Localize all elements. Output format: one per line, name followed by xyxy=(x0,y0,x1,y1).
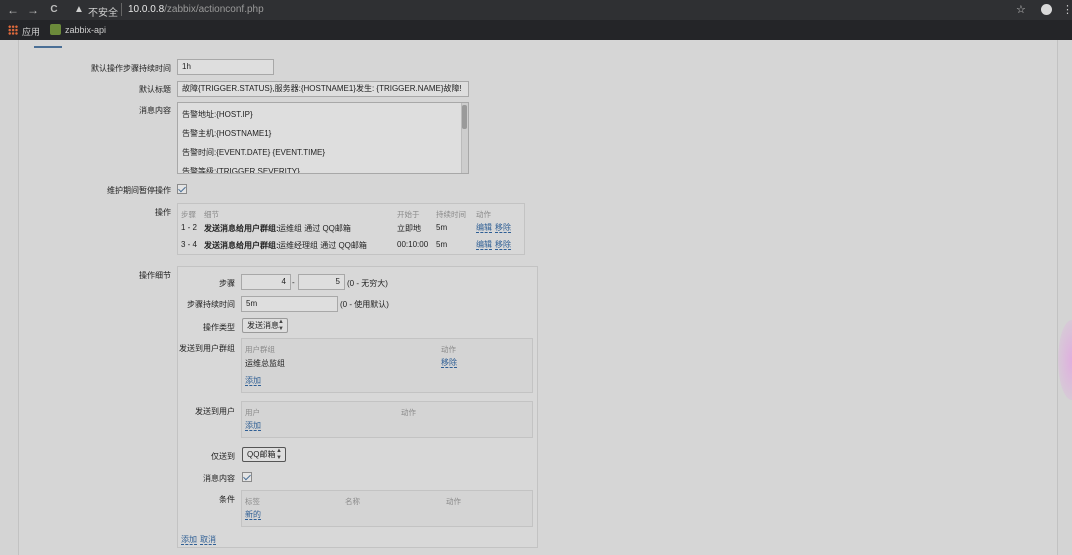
col-name-header: 名称 xyxy=(345,497,360,506)
select-arrows-icon: ▲ ▼ xyxy=(276,448,282,461)
group-add-link[interactable]: 添加 xyxy=(245,376,261,386)
send-to-users-label: 发送到用户 xyxy=(195,407,235,416)
op-row-details-bold: 发送消息给用户群组: xyxy=(204,224,279,233)
operation-details-label: 操作细节 xyxy=(139,271,171,280)
default-message-textarea[interactable]: 告警地址:{HOST.IP} 告警主机:{HOSTNAME1} 告警时间:{EV… xyxy=(177,102,469,174)
pause-maintenance-label: 维护期间暂停操作 xyxy=(107,186,171,195)
default-subject-input[interactable]: 故障{TRIGGER.STATUS},服务器:{HOSTNAME1}发生: {T… xyxy=(177,81,469,97)
operation-type-label: 操作类型 xyxy=(203,323,235,332)
op-row-details: 运维经理组 通过 QQ邮箱 xyxy=(278,241,367,250)
default-step-duration-input[interactable]: 1h xyxy=(177,59,274,75)
col-steps-header: 步骤 xyxy=(181,210,196,219)
message-line: 告警主机:{HOSTNAME1} xyxy=(182,129,272,138)
op-row-duration: 5m xyxy=(436,223,448,232)
op-row-start: 立即地 xyxy=(397,224,421,233)
send-to-users-box xyxy=(241,401,533,438)
apps-grid-icon[interactable] xyxy=(8,25,18,35)
bookmarks-bar: 应用 zabbix-api xyxy=(0,20,1072,40)
conditions-label: 条件 xyxy=(219,495,235,504)
user-add-link[interactable]: 添加 xyxy=(245,421,261,431)
default-message-label: 消息内容 xyxy=(139,106,171,115)
op-edit-link[interactable]: 编辑 xyxy=(476,240,492,250)
op-remove-link[interactable]: 移除 xyxy=(495,223,511,233)
url-path: /zabbix/actionconf.php xyxy=(164,4,264,15)
security-label[interactable]: 不安全 xyxy=(88,4,118,19)
step-duration-label: 步骤持续时间 xyxy=(187,300,235,309)
browser-toolbar: ← → C ▲ 不安全 10.0.0.8/zabbix/actionconf.p… xyxy=(0,0,1072,20)
address-bar[interactable]: 10.0.0.8/zabbix/actionconf.php xyxy=(128,4,264,15)
op-row-details: 运维组 通过 QQ邮箱 xyxy=(278,224,351,233)
default-subject-label: 默认标题 xyxy=(139,85,171,94)
default-step-duration-label: 默认操作步骤持续时间 xyxy=(91,64,171,73)
warning-icon[interactable]: ▲ xyxy=(74,4,84,15)
op-row-steps: 1 - 2 xyxy=(181,223,198,232)
op-default-message-checkbox[interactable] xyxy=(242,472,252,482)
reload-button[interactable]: C xyxy=(47,3,61,17)
back-button[interactable]: ← xyxy=(6,3,20,17)
steps-hint: (0 - 无穷大) xyxy=(347,279,388,288)
col-user-header: 用户 xyxy=(245,408,260,417)
step-range-dash: - xyxy=(292,278,295,287)
active-tab-indicator xyxy=(34,46,62,48)
operation-add-link[interactable]: 添加 xyxy=(181,535,197,545)
op-row-details-bold: 发送消息给用户群组: xyxy=(204,241,279,250)
col-duration-header: 持续时间 xyxy=(436,210,466,219)
bookmark-zabbix-api[interactable]: zabbix-api xyxy=(65,25,106,35)
bookmark-star-icon[interactable]: ☆ xyxy=(1016,3,1026,16)
step-to-input[interactable]: 5 xyxy=(298,274,345,290)
send-only-to-value: QQ邮箱 xyxy=(247,450,276,459)
col-start-header: 开始于 xyxy=(397,210,420,219)
op-row-start: 00:10:00 xyxy=(397,240,429,249)
message-scrollbar[interactable] xyxy=(461,103,468,173)
operation-type-select[interactable]: 发送消息 ▲ ▼ xyxy=(242,318,288,333)
op-default-message-label: 消息内容 xyxy=(203,474,235,483)
address-divider xyxy=(121,3,122,16)
decorative-glow xyxy=(1058,320,1072,400)
scrollbar-thumb[interactable] xyxy=(462,105,467,129)
operation-type-value: 发送消息 xyxy=(247,321,279,330)
col-action-header: 动作 xyxy=(446,497,461,506)
step-duration-hint: (0 - 使用默认) xyxy=(340,300,389,309)
message-line: 告警地址:{HOST.IP} xyxy=(182,110,253,119)
url-host: 10.0.0.8 xyxy=(128,4,165,15)
group-item: 运维总监组 xyxy=(245,359,285,368)
send-to-groups-label: 发送到用户群组 xyxy=(179,344,235,353)
conditions-box xyxy=(241,490,533,527)
steps-label: 步骤 xyxy=(219,279,235,288)
zabbix-favicon-icon xyxy=(50,24,61,35)
step-from-input[interactable]: 4 xyxy=(241,274,291,290)
message-line: 告警等级:{TRIGGER.SEVERITY} xyxy=(182,167,300,174)
message-line: 告警时间:{EVENT.DATE} {EVENT.TIME} xyxy=(182,148,325,157)
op-row-duration: 5m xyxy=(436,240,448,249)
send-only-to-label: 仅送到 xyxy=(211,452,235,461)
menu-icon[interactable]: ⋮ xyxy=(1062,3,1072,16)
condition-new-link[interactable]: 新的 xyxy=(245,510,261,520)
bookmark-apps[interactable]: 应用 xyxy=(22,25,40,38)
col-label-header: 标签 xyxy=(245,497,260,506)
col-details-header: 细节 xyxy=(204,210,219,219)
operation-cancel-link[interactable]: 取消 xyxy=(200,535,216,545)
col-action-header: 动作 xyxy=(476,210,491,219)
col-group-header: 用户群组 xyxy=(245,345,275,354)
col-action-header: 动作 xyxy=(401,408,416,417)
op-edit-link[interactable]: 编辑 xyxy=(476,223,492,233)
form-panel xyxy=(18,40,1058,555)
page-content: 默认操作步骤持续时间 1h 默认标题 故障{TRIGGER.STATUS},服务… xyxy=(0,40,1072,555)
forward-button[interactable]: → xyxy=(26,3,40,17)
op-row-steps: 3 - 4 xyxy=(181,240,198,249)
select-arrows-icon: ▲ ▼ xyxy=(278,319,284,332)
op-remove-link[interactable]: 移除 xyxy=(495,240,511,250)
step-duration-input[interactable]: 5m xyxy=(241,296,338,312)
operations-label: 操作 xyxy=(155,208,171,217)
send-only-to-select[interactable]: QQ邮箱 ▲ ▼ xyxy=(242,447,286,462)
col-action-header: 动作 xyxy=(441,345,456,354)
group-remove-link[interactable]: 移除 xyxy=(441,358,457,368)
profile-avatar[interactable] xyxy=(1041,4,1052,15)
pause-maintenance-checkbox[interactable] xyxy=(177,184,187,194)
